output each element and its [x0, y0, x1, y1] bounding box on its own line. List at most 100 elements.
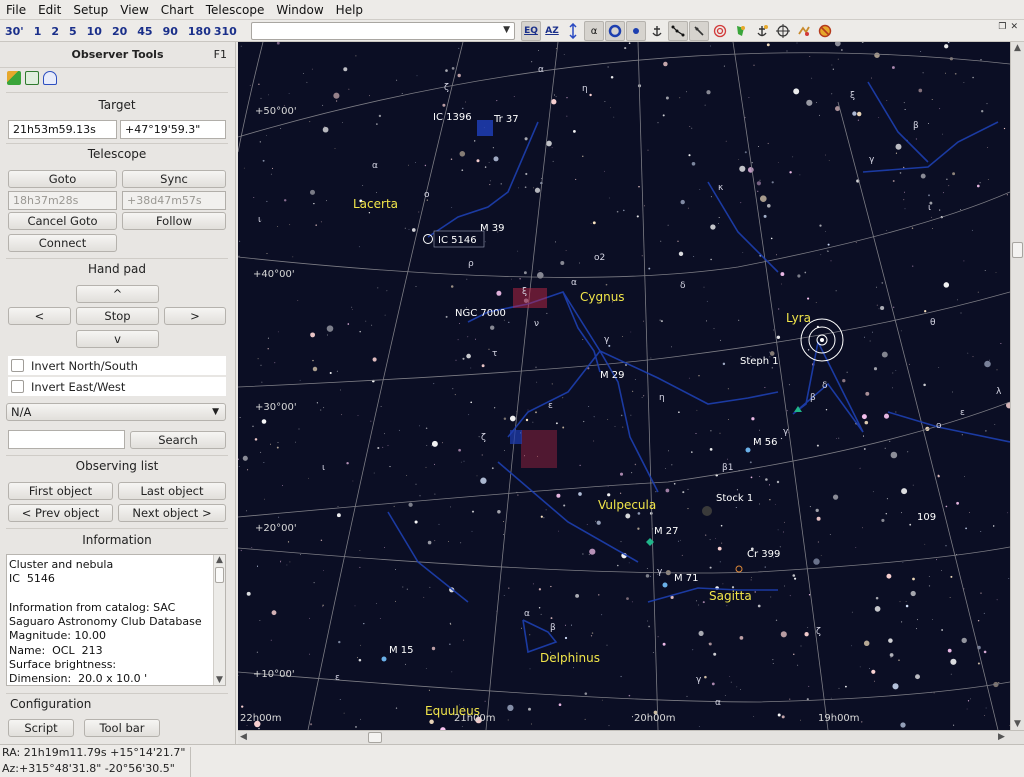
fov-button[interactable]: 1 — [29, 25, 47, 38]
object-search-combo[interactable]: ▼ — [251, 22, 515, 40]
invert-ew-checkbox[interactable]: Invert East/West — [8, 377, 226, 396]
scroll-right-icon[interactable]: ▶ — [998, 732, 1005, 742]
connect-button[interactable]: Connect — [8, 234, 117, 252]
svg-text:θ: θ — [930, 318, 936, 328]
fov-button[interactable]: 2 — [46, 25, 64, 38]
device-select[interactable]: N/A ▼ — [6, 403, 226, 421]
scroll-down-icon[interactable]: ▼ — [216, 675, 223, 685]
object-label: M 56 — [753, 437, 778, 448]
lines-icon[interactable] — [689, 21, 709, 41]
fov-button[interactable]: 90 — [158, 25, 183, 38]
star-icon[interactable] — [626, 21, 646, 41]
prev-object-button[interactable]: < Prev object — [8, 504, 113, 522]
scroll-left-icon[interactable]: ◀ — [240, 732, 247, 742]
chart-horizontal-scrollbar[interactable]: ◀ ▶ — [238, 730, 1024, 744]
menu-window[interactable]: Window — [270, 0, 329, 20]
configuration-title: Configuration — [10, 697, 92, 711]
move-south-button[interactable]: v — [76, 330, 159, 348]
svg-text:α: α — [571, 278, 577, 288]
fov-button[interactable]: 5 — [64, 25, 82, 38]
nebula-box[interactable] — [510, 430, 522, 444]
nebula-box[interactable] — [513, 288, 547, 308]
cancel-goto-button[interactable]: Cancel Goto — [8, 212, 117, 230]
fov-button[interactable]: 10 — [82, 25, 107, 38]
nebula-box[interactable] — [521, 430, 557, 468]
scroll-up-icon[interactable]: ▲ — [1014, 43, 1021, 53]
close-icon[interactable]: ✕ — [1010, 22, 1018, 32]
alpha-label-icon[interactable]: α — [584, 21, 604, 41]
move-west-button[interactable]: > — [164, 307, 226, 325]
sky-chart[interactable]: +50°00' +40°00' +30°00' +20°00' +10°00' … — [238, 42, 1010, 730]
svg-text:γ: γ — [657, 567, 663, 577]
move-north-button[interactable]: ^ — [76, 285, 159, 303]
last-object-button[interactable]: Last object — [118, 482, 226, 500]
information-scrollbar[interactable]: ▲ ▼ — [213, 555, 225, 685]
stop-button[interactable]: Stop — [76, 307, 159, 325]
dec-label: +10°00' — [253, 669, 295, 680]
target-icon[interactable] — [710, 21, 730, 41]
menu-chart[interactable]: Chart — [155, 0, 200, 20]
menu-file[interactable]: File — [0, 0, 32, 20]
object-icon[interactable] — [7, 71, 21, 85]
galaxy-icon[interactable] — [605, 21, 625, 41]
checkbox-box[interactable] — [11, 359, 24, 372]
target-dec-field[interactable]: +47°19'59.3" — [120, 120, 226, 139]
globular-cluster-marker[interactable] — [745, 447, 751, 453]
invert-ns-checkbox[interactable]: Invert North/South — [8, 356, 226, 375]
first-object-button[interactable]: First object — [8, 482, 113, 500]
chart-vertical-scrollbar[interactable]: ▲ ▼ — [1010, 42, 1024, 730]
scroll-thumb[interactable] — [368, 732, 382, 743]
restore-icon[interactable]: ❐ — [998, 22, 1006, 32]
scroll-down-icon[interactable]: ▼ — [1014, 719, 1021, 729]
information-box[interactable]: Cluster and nebula IC 5146 Information f… — [6, 554, 226, 686]
next-object-button[interactable]: Next object > — [118, 504, 226, 522]
flip-icon[interactable] — [563, 21, 583, 41]
globular-cluster-marker[interactable] — [662, 582, 668, 588]
menu-telescope[interactable]: Telescope — [200, 0, 271, 20]
fov-button[interactable]: 30' — [0, 25, 29, 38]
sync-button[interactable]: Sync — [122, 170, 226, 188]
window-icon[interactable] — [25, 71, 39, 85]
nebula-box[interactable] — [477, 120, 493, 136]
fov-button[interactable]: 180 — [183, 25, 213, 38]
eq-icon[interactable]: EQ — [521, 21, 541, 41]
menu-help[interactable]: Help — [330, 0, 369, 20]
menu-setup[interactable]: Setup — [67, 0, 114, 20]
checkbox-box[interactable] — [11, 380, 24, 393]
fov-button[interactable]: 45 — [132, 25, 157, 38]
status-bar: RA: 21h19m11.79s +15°14'21.7" Az:+315°48… — [0, 744, 1024, 777]
dec-label: +30°00' — [255, 402, 297, 413]
scroll-thumb[interactable] — [215, 567, 224, 583]
svg-text:β: β — [810, 393, 816, 403]
menu-view[interactable]: View — [114, 0, 154, 20]
target-ra-field[interactable]: 21h53m59.13s — [8, 120, 117, 139]
search-button[interactable]: Search — [130, 431, 226, 449]
fov-button[interactable]: 20 — [107, 25, 132, 38]
status-ra: RA: 21h19m11.79s +15°14'21.7" — [2, 746, 186, 759]
crosshair-icon[interactable] — [773, 21, 793, 41]
open-cluster-marker[interactable] — [702, 506, 712, 516]
scroll-thumb[interactable] — [1012, 242, 1023, 258]
move-east-button[interactable]: < — [8, 307, 71, 325]
goto-button[interactable]: Goto — [8, 170, 117, 188]
no-icon[interactable] — [815, 21, 835, 41]
svg-text:o2: o2 — [594, 253, 605, 263]
sky-chart-canvas[interactable]: +50°00' +40°00' +30°00' +20°00' +10°00' … — [238, 42, 1010, 730]
toolbar-button[interactable]: Tool bar — [84, 719, 160, 737]
anchor2-icon[interactable] — [752, 21, 772, 41]
globular-cluster-marker[interactable] — [381, 656, 387, 662]
follow-button[interactable]: Follow — [122, 212, 226, 230]
scroll-up-icon[interactable]: ▲ — [216, 555, 223, 565]
anchor-icon[interactable] — [647, 21, 667, 41]
status-az: Az:+315°48'31.8" -20°56'30.5" — [2, 762, 175, 775]
fov-button[interactable]: 310 — [213, 25, 242, 38]
constellation-icon[interactable] — [668, 21, 688, 41]
dso-icon[interactable] — [794, 21, 814, 41]
script-button[interactable]: Script — [8, 719, 74, 737]
chart-tool-icons: EQ AZ α — [521, 21, 835, 41]
search-input[interactable] — [8, 430, 125, 449]
observer-icon[interactable] — [43, 71, 57, 85]
menu-edit[interactable]: Edit — [32, 0, 67, 20]
az-icon[interactable]: AZ — [542, 21, 562, 41]
object-icon[interactable] — [731, 21, 751, 41]
